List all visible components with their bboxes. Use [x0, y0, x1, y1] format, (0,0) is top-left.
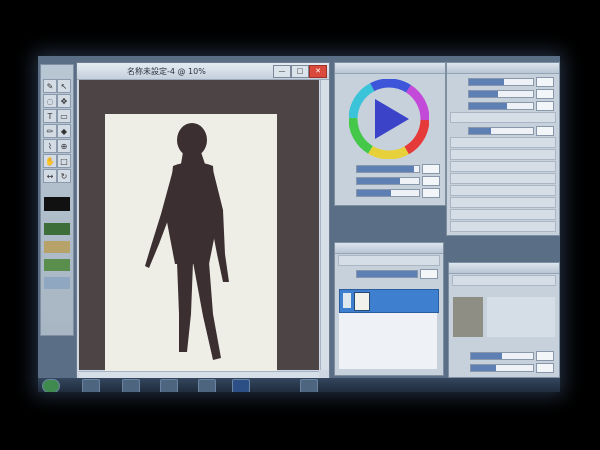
- brush-size-slider[interactable]: [450, 76, 556, 87]
- canvas-window: 名称未設定-4 @ 10% — □ ✕: [76, 62, 330, 382]
- brush-blend-slider[interactable]: [450, 100, 556, 111]
- layer-blend-mode-select[interactable]: [338, 255, 440, 266]
- canvas-titlebar[interactable]: 名称未設定-4 @ 10% — □ ✕: [77, 63, 329, 80]
- property-row-4[interactable]: [450, 173, 556, 184]
- layer-row-selected[interactable]: [339, 289, 439, 313]
- property-checkbox-row[interactable]: [450, 112, 556, 123]
- eraser-tool-icon[interactable]: ▭: [57, 109, 71, 123]
- layer-visibility-icon[interactable]: [343, 293, 351, 308]
- property-row-6[interactable]: [450, 197, 556, 208]
- navigator-slider-2[interactable]: [452, 362, 556, 373]
- start-icon[interactable]: [42, 379, 60, 392]
- minimize-icon[interactable]: —: [273, 65, 291, 78]
- brush-density-slider[interactable]: [450, 88, 556, 99]
- pen-tool-icon[interactable]: ✎: [43, 79, 57, 93]
- close-icon[interactable]: ✕: [309, 65, 327, 78]
- navigator-panel: [448, 262, 560, 378]
- zoom-tool-icon[interactable]: ⊕: [57, 139, 71, 153]
- property-row-8[interactable]: [450, 221, 556, 232]
- layer-list-empty-area: [339, 313, 437, 369]
- rotate-tool-icon[interactable]: ↻: [57, 169, 71, 183]
- text-tool-icon[interactable]: T: [43, 109, 57, 123]
- color-slider-1[interactable]: [338, 163, 442, 174]
- property-row-7[interactable]: [450, 209, 556, 220]
- fill-tool-icon[interactable]: ◆: [57, 124, 71, 138]
- hand-tool-icon[interactable]: ✋: [43, 154, 57, 168]
- select-tool-icon[interactable]: ↖: [57, 79, 71, 93]
- taskbar: [38, 378, 560, 392]
- color-panel-title[interactable]: [335, 63, 445, 74]
- navigator-zoom-row[interactable]: [452, 275, 556, 286]
- color-sliders: [335, 161, 445, 199]
- color-swatch-blue[interactable]: [44, 277, 70, 289]
- layer-opacity-slider[interactable]: [338, 268, 440, 279]
- lasso-tool-icon[interactable]: ◌: [43, 94, 57, 108]
- tool-properties-panel: [446, 62, 560, 236]
- property-row-1[interactable]: [450, 137, 556, 148]
- navigator-slider-1[interactable]: [452, 350, 556, 361]
- color-swatch-tan[interactable]: [44, 241, 70, 253]
- property-row-2[interactable]: [450, 149, 556, 160]
- media-icon[interactable]: [300, 379, 318, 392]
- photoshop-icon[interactable]: [198, 379, 216, 392]
- layer-panel: [334, 242, 444, 376]
- character-silhouette: [145, 123, 229, 360]
- color-swatch-leaf[interactable]: [44, 259, 70, 271]
- property-row-5[interactable]: [450, 185, 556, 196]
- move-tool-icon[interactable]: ✥: [57, 94, 71, 108]
- navigator-panel-title[interactable]: [449, 263, 559, 274]
- explorer-icon[interactable]: [82, 379, 100, 392]
- layer-panel-title[interactable]: [335, 243, 443, 254]
- property-row-3[interactable]: [450, 161, 556, 172]
- material-preview-thumbnail[interactable]: [453, 297, 483, 337]
- brush-hardness-slider[interactable]: [450, 125, 556, 136]
- color-slider-2[interactable]: [338, 175, 442, 186]
- paint-app-icon[interactable]: [160, 379, 178, 392]
- brush-tool-icon[interactable]: ✏: [43, 124, 57, 138]
- ruler-tool-icon[interactable]: ↔: [43, 169, 57, 183]
- color-panel: [334, 62, 446, 206]
- canvas-area[interactable]: [79, 80, 319, 372]
- drawing-paper[interactable]: [105, 114, 277, 372]
- main-color-swatch[interactable]: [44, 197, 70, 211]
- tool-properties-title[interactable]: [447, 63, 559, 74]
- projection-bottom-border: [0, 392, 600, 450]
- browser-icon[interactable]: [122, 379, 140, 392]
- vertical-scrollbar[interactable]: [320, 80, 329, 370]
- shape-tool-icon[interactable]: □: [57, 154, 71, 168]
- folder-icon[interactable]: [232, 379, 250, 392]
- projection-top-border: [0, 0, 600, 56]
- color-slider-3[interactable]: [338, 187, 442, 198]
- material-info-area: [487, 297, 555, 337]
- toolbox: ✎ ↖ ◌ ✥ T ▭ ✏ ◆ ⌇ ⊕ ✋ □ ↔ ↻: [40, 64, 74, 336]
- layer-thumbnail: [354, 292, 370, 311]
- color-wheel-icon[interactable]: [349, 79, 429, 159]
- eyedropper-tool-icon[interactable]: ⌇: [43, 139, 57, 153]
- canvas-title: 名称未設定-4 @ 10%: [127, 67, 206, 76]
- projected-screen: ✎ ↖ ◌ ✥ T ▭ ✏ ◆ ⌇ ⊕ ✋ □ ↔ ↻ 名称未設定-4 @ 10…: [38, 56, 560, 392]
- maximize-icon[interactable]: □: [291, 65, 309, 78]
- color-swatch-green[interactable]: [44, 223, 70, 235]
